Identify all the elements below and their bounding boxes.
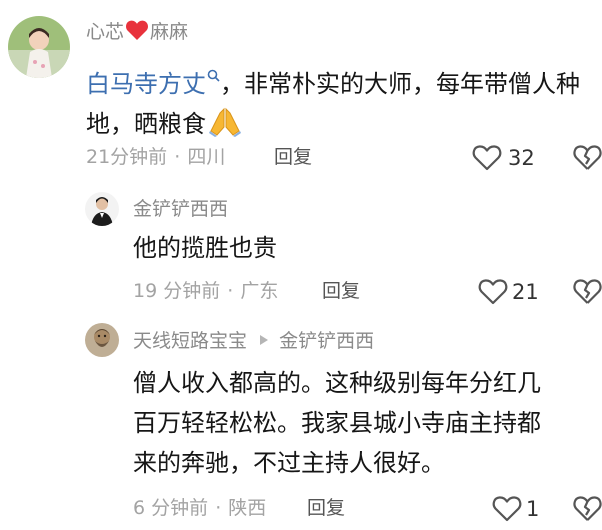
reply-button[interactable]: 回复 <box>274 145 312 169</box>
comment-meta: 21分钟前 · 四川 <box>86 145 225 169</box>
comment-author-thread: 天线短路宝宝 金铲铲西西 <box>133 328 374 353</box>
comment-meta: 19 分钟前 · 广东 <box>133 279 278 303</box>
comment-author[interactable]: 金铲铲西西 <box>133 197 228 221</box>
separator: · <box>227 280 234 302</box>
comment-line: 百万轻轻松松。我家县城小寺庙主持都 <box>133 409 541 437</box>
comment-author[interactable]: 天线短路宝宝 <box>133 330 247 352</box>
location: 四川 <box>187 146 226 168</box>
dislike-broken-heart-icon[interactable] <box>573 278 602 305</box>
reply-button[interactable]: 回复 <box>322 279 360 303</box>
separator: · <box>215 497 222 519</box>
comment-line: 僧人收入都高的。这种级别每年分红几 <box>133 369 541 397</box>
dislike-broken-heart-icon[interactable] <box>573 495 602 522</box>
mention-link[interactable]: 白马寺方丈 <box>86 69 220 98</box>
comment-line: 来的奔驰，不过主持人很好。 <box>133 449 445 477</box>
reply-arrow-icon <box>259 328 269 352</box>
dislike-broken-heart-icon[interactable] <box>573 144 602 171</box>
comment-body: 他的揽胜也贵 <box>133 234 277 262</box>
separator: · <box>174 146 181 168</box>
comment-meta: 6 分钟前 · 陕西 <box>133 496 266 520</box>
praying-hands-icon <box>208 105 242 149</box>
like-count: 21 <box>512 280 539 304</box>
location: 陕西 <box>228 497 267 519</box>
reply-to-user[interactable]: 金铲铲西西 <box>279 330 374 352</box>
timestamp: 6 分钟前 <box>133 497 209 519</box>
search-icon <box>207 54 220 94</box>
location: 广东 <box>240 280 279 302</box>
red-heart-icon <box>125 19 149 47</box>
comment-text: 白马寺方丈 ，非常朴实的大师，每年带僧人种地，晒粮食 <box>86 54 596 149</box>
comment-body: 僧人收入都高的。这种级别每年分红几 百万轻轻松松。我家县城小寺庙主持都 来的奔驰… <box>133 363 598 483</box>
author-name-suffix: 麻麻 <box>150 21 189 43</box>
timestamp: 21分钟前 <box>86 146 168 168</box>
like-heart-icon[interactable] <box>492 495 522 522</box>
reply-button[interactable]: 回复 <box>307 496 345 520</box>
mention-label: 白马寺方丈 <box>86 70 206 98</box>
timestamp: 19 分钟前 <box>133 280 221 302</box>
like-heart-icon[interactable] <box>478 278 508 305</box>
avatar[interactable] <box>85 323 119 357</box>
like-count: 32 <box>508 146 535 170</box>
like-heart-icon[interactable] <box>472 144 502 171</box>
comment-author[interactable]: 心芯 麻麻 <box>86 19 188 47</box>
author-name: 心芯 <box>86 21 125 43</box>
avatar[interactable] <box>8 16 70 78</box>
avatar[interactable] <box>85 192 119 226</box>
like-count: 1 <box>526 497 540 521</box>
